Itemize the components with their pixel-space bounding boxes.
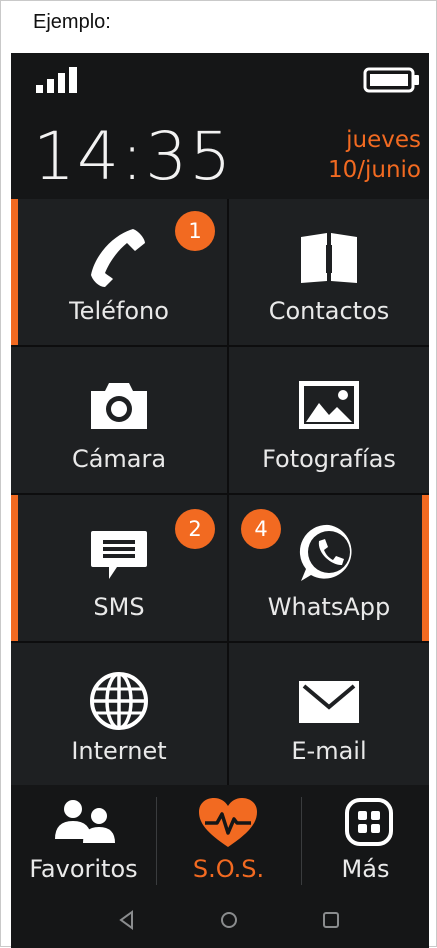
- tile-label: Teléfono: [69, 297, 169, 325]
- status-bar: [11, 53, 429, 113]
- notification-badge: 1: [175, 211, 215, 251]
- tile-internet[interactable]: Internet: [11, 643, 227, 785]
- battery-icon: [363, 67, 419, 93]
- tile-label: Cámara: [71, 445, 167, 473]
- mail-icon: [299, 681, 359, 723]
- more-button[interactable]: Más: [302, 785, 429, 895]
- camera-icon: [91, 383, 147, 429]
- clock-time: 14:35: [33, 118, 234, 195]
- signal-icon: [36, 67, 77, 93]
- phone-icon: [91, 229, 145, 287]
- whatsapp-icon: [299, 524, 352, 581]
- example-frame: Ejemplo: 14:35 jueves 10/junio Teléfono …: [0, 0, 437, 948]
- recents-icon[interactable]: [316, 905, 346, 935]
- favorites-button[interactable]: Favoritos: [11, 785, 156, 895]
- sos-button[interactable]: S.O.S.: [157, 785, 300, 895]
- app-grid: Teléfono 1 Contactos Cámara Fotografías …: [11, 199, 429, 785]
- tile-sms[interactable]: SMS 2: [11, 495, 227, 641]
- home-icon[interactable]: [214, 905, 244, 935]
- tile-contactos[interactable]: Contactos: [229, 199, 429, 345]
- date-display: jueves 10/junio: [328, 125, 421, 185]
- favorites-people-icon: [55, 800, 115, 843]
- phone-screen: 14:35 jueves 10/junio Teléfono 1 Contact…: [11, 53, 429, 948]
- globe-icon: [90, 672, 148, 730]
- tile-whatsapp[interactable]: WhatsApp 4: [229, 495, 429, 641]
- tile-fotografias[interactable]: Fotografías: [229, 347, 429, 493]
- more-grid-icon: [345, 798, 393, 846]
- notification-badge: 2: [175, 509, 215, 549]
- date-value: 10/junio: [327, 157, 421, 183]
- notification-badge: 4: [241, 509, 281, 549]
- tile-label: SMS: [93, 593, 145, 621]
- tile-email[interactable]: E-mail: [229, 643, 429, 785]
- sos-heart-icon: [199, 798, 257, 847]
- tile-label: Internet: [71, 737, 167, 765]
- bottom-label: S.O.S.: [192, 855, 265, 883]
- tile-telefono[interactable]: Teléfono 1: [11, 199, 227, 345]
- tile-label: WhatsApp: [267, 593, 391, 621]
- sms-icon: [91, 531, 147, 579]
- tile-camara[interactable]: Cámara: [11, 347, 227, 493]
- tile-label: E-mail: [291, 737, 367, 765]
- tile-label: Contactos: [268, 297, 390, 325]
- bottom-label: Favoritos: [29, 855, 138, 883]
- back-icon[interactable]: [112, 905, 142, 935]
- contacts-book-icon: [301, 233, 357, 283]
- bottom-label: Más: [341, 855, 390, 883]
- bottom-bar: Favoritos S.O.S. Más: [11, 785, 429, 948]
- tile-label: Fotografías: [262, 445, 396, 473]
- weekday: jueves: [346, 127, 421, 153]
- caption: Ejemplo:: [33, 11, 111, 33]
- photos-icon: [299, 381, 359, 429]
